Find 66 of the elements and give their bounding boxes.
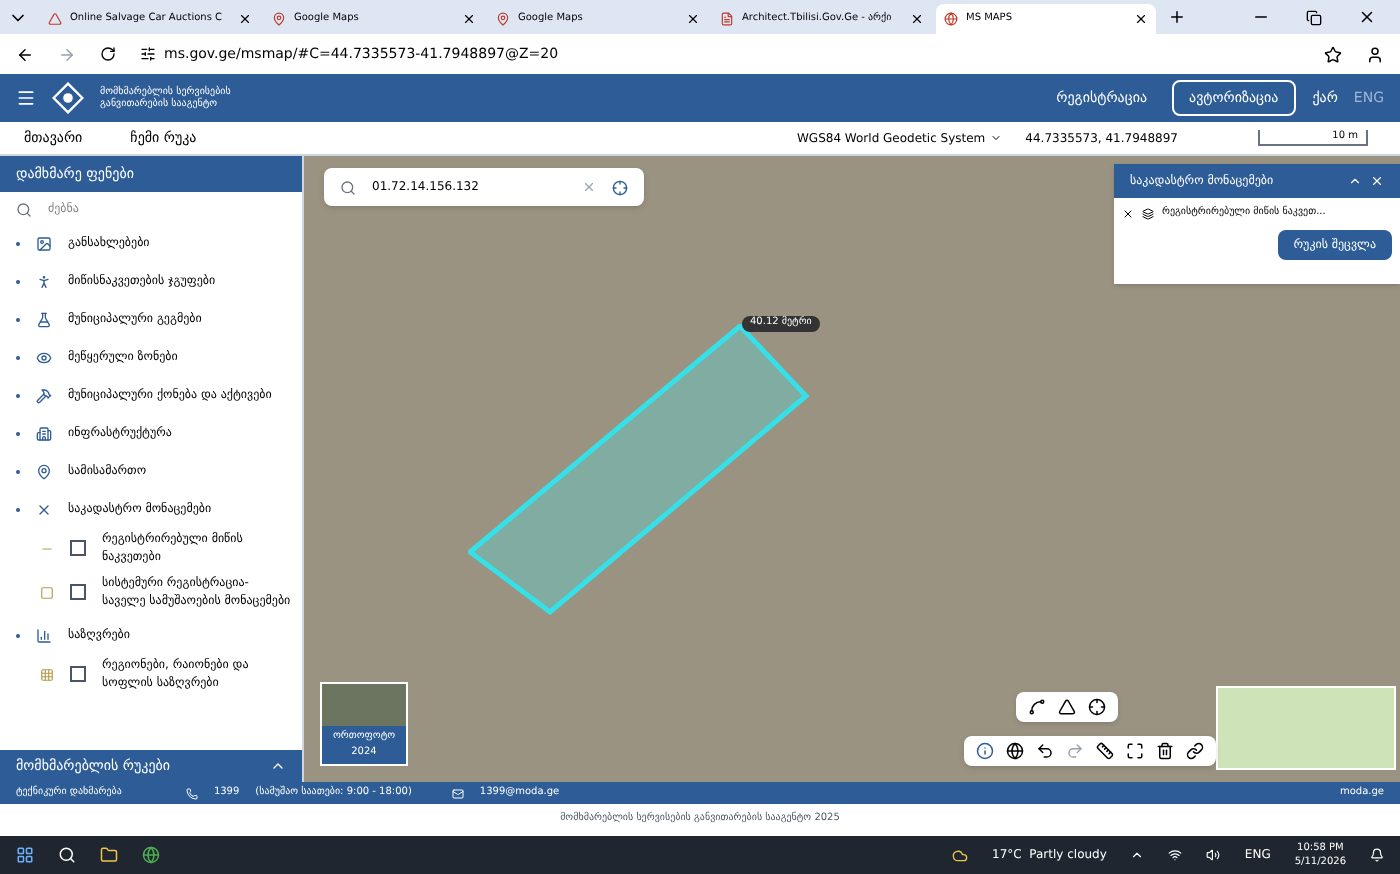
document-icon [720,12,734,26]
ruler-icon[interactable] [1096,742,1114,760]
delete-icon[interactable] [1156,742,1174,760]
building-icon [36,425,52,441]
close-icon[interactable] [1358,8,1376,26]
layers-icon [1142,208,1154,220]
flask-icon [36,311,52,327]
reload-icon[interactable] [100,46,116,62]
caret-icon [989,132,1002,144]
remove-icon[interactable] [1122,208,1134,220]
locate-icon[interactable] [612,179,628,195]
undo-icon[interactable] [1036,742,1054,760]
measure-angle-icon[interactable] [1058,698,1076,716]
restore-icon[interactable] [1306,9,1322,25]
square-icon [40,585,54,599]
mail-icon [451,787,464,799]
search-icon [16,201,32,217]
fullscreen-icon[interactable] [1126,742,1144,760]
search-icon [340,179,356,195]
chart-icon [36,627,52,643]
start-icon[interactable] [16,846,34,864]
cross-icon [36,501,52,517]
menu-icon[interactable] [16,88,36,108]
profile-icon[interactable] [1366,45,1384,63]
forward-icon[interactable] [58,45,76,63]
close-icon[interactable] [238,12,252,26]
layer-checkbox[interactable] [70,584,86,600]
weather-icon [952,847,968,863]
close-icon[interactable] [686,12,700,26]
phone-icon [185,787,198,799]
close-icon[interactable] [910,12,924,26]
folder-icon[interactable] [100,846,118,864]
map-pin-icon [272,12,286,26]
clear-icon[interactable] [582,180,596,194]
logo-icon [52,82,84,114]
back-icon[interactable] [16,45,34,63]
close-icon[interactable] [462,12,476,26]
search-icon[interactable] [58,846,76,864]
wifi-icon[interactable] [1168,848,1183,862]
browser-icon[interactable] [142,846,160,864]
triangle-icon [48,12,62,26]
map-pin-icon [36,463,52,479]
close-icon[interactable] [1134,12,1148,26]
measure-line-icon[interactable] [1028,698,1046,716]
picture-icon [36,235,52,251]
layer-checkbox[interactable] [70,666,86,682]
collapse-icon[interactable] [1348,174,1362,188]
new-tab-icon[interactable] [1168,8,1186,26]
person-icon [36,273,52,289]
grid-icon [40,667,54,681]
chevron-up-icon [270,758,286,774]
layer-checkbox[interactable] [70,540,86,556]
map-pin-icon [496,12,510,26]
locate-icon[interactable] [1088,698,1106,716]
bookmark-icon[interactable] [1324,45,1342,63]
notification-icon[interactable] [1370,848,1384,862]
globe-icon[interactable] [1006,742,1024,760]
eye-icon [36,349,52,365]
redo-icon[interactable] [1066,742,1084,760]
site-settings-icon[interactable] [140,46,156,62]
link-icon[interactable] [1186,742,1204,760]
globe-icon [944,12,958,26]
info-icon[interactable] [976,742,994,760]
tray-icon[interactable] [1130,848,1145,862]
volume-icon[interactable] [1206,848,1221,862]
hammer-icon [36,387,52,403]
